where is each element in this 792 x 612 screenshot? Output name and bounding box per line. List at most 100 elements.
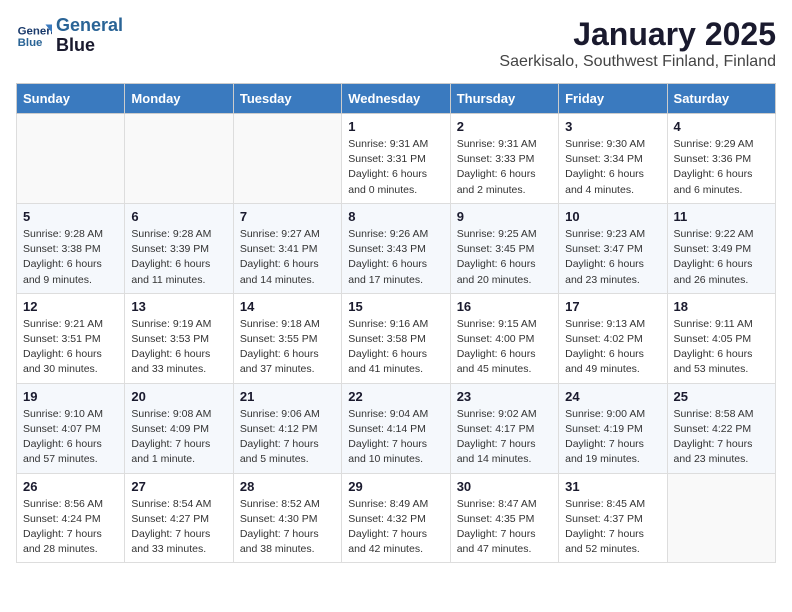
calendar-cell: 31 Sunrise: 8:45 AM Sunset: 4:37 PM Dayli… (559, 473, 667, 563)
calendar-cell: 3 Sunrise: 9:30 AM Sunset: 3:34 PM Daylig… (559, 114, 667, 204)
svg-text:Blue: Blue (18, 37, 43, 49)
weekday-header: Monday (125, 84, 233, 114)
day-number: 14 (240, 299, 335, 314)
calendar-cell: 16 Sunrise: 9:15 AM Sunset: 4:00 PM Dayli… (450, 293, 558, 383)
day-info: Sunrise: 9:29 AM Sunset: 3:36 PM Dayligh… (674, 137, 769, 198)
calendar-cell: 26 Sunrise: 8:56 AM Sunset: 4:24 PM Dayli… (17, 473, 125, 563)
calendar-cell: 25Sunrise: 8:58 AM Sunset: 4:22 PM Dayli… (667, 383, 775, 473)
calendar-week-row: 26 Sunrise: 8:56 AM Sunset: 4:24 PM Dayli… (17, 473, 776, 563)
day-info: Sunrise: 9:06 AM Sunset: 4:12 PM Dayligh… (240, 407, 335, 468)
logo: General Blue GeneralBlue (16, 16, 123, 56)
calendar-cell: 12 Sunrise: 9:21 AM Sunset: 3:51 PM Dayli… (17, 293, 125, 383)
day-number: 6 (131, 209, 226, 224)
day-info: Sunrise: 8:56 AM Sunset: 4:24 PM Dayligh… (23, 497, 118, 558)
day-number: 1 (348, 119, 443, 134)
day-info: Sunrise: 9:00 AM Sunset: 4:19 PM Dayligh… (565, 407, 660, 468)
day-info: Sunrise: 9:21 AM Sunset: 3:51 PM Dayligh… (23, 317, 118, 378)
page-header: General Blue GeneralBlue January 2025 Sa… (16, 16, 776, 71)
day-number: 23 (457, 389, 552, 404)
svg-text:General: General (18, 25, 52, 37)
calendar-cell: 5Sunrise: 9:28 AM Sunset: 3:38 PM Daylig… (17, 203, 125, 293)
weekday-header: Thursday (450, 84, 558, 114)
weekday-header: Friday (559, 84, 667, 114)
day-number: 31 (565, 479, 660, 494)
calendar-cell: 14 Sunrise: 9:18 AM Sunset: 3:55 PM Dayli… (233, 293, 341, 383)
day-number: 20 (131, 389, 226, 404)
day-number: 27 (131, 479, 226, 494)
calendar-week-row: 5Sunrise: 9:28 AM Sunset: 3:38 PM Daylig… (17, 203, 776, 293)
day-info: Sunrise: 9:30 AM Sunset: 3:34 PM Dayligh… (565, 137, 660, 198)
calendar-cell: 19 Sunrise: 9:10 AM Sunset: 4:07 PM Dayli… (17, 383, 125, 473)
day-info: Sunrise: 9:22 AM Sunset: 3:49 PM Dayligh… (674, 227, 769, 288)
day-info: Sunrise: 9:25 AM Sunset: 3:45 PM Dayligh… (457, 227, 552, 288)
day-number: 7 (240, 209, 335, 224)
calendar-cell: 30Sunrise: 8:47 AM Sunset: 4:35 PM Dayli… (450, 473, 558, 563)
day-number: 22 (348, 389, 443, 404)
day-number: 24 (565, 389, 660, 404)
day-info: Sunrise: 8:52 AM Sunset: 4:30 PM Dayligh… (240, 497, 335, 558)
day-number: 16 (457, 299, 552, 314)
day-info: Sunrise: 9:11 AM Sunset: 4:05 PM Dayligh… (674, 317, 769, 378)
day-info: Sunrise: 8:45 AM Sunset: 4:37 PM Dayligh… (565, 497, 660, 558)
day-info: Sunrise: 9:15 AM Sunset: 4:00 PM Dayligh… (457, 317, 552, 378)
calendar-cell: 20Sunrise: 9:08 AM Sunset: 4:09 PM Dayli… (125, 383, 233, 473)
day-info: Sunrise: 8:49 AM Sunset: 4:32 PM Dayligh… (348, 497, 443, 558)
calendar-table: SundayMondayTuesdayWednesdayThursdayFrid… (16, 83, 776, 563)
calendar-cell: 21 Sunrise: 9:06 AM Sunset: 4:12 PM Dayli… (233, 383, 341, 473)
calendar-cell: 13 Sunrise: 9:19 AM Sunset: 3:53 PM Dayli… (125, 293, 233, 383)
weekday-header: Wednesday (342, 84, 450, 114)
day-number: 18 (674, 299, 769, 314)
calendar-cell: 1 Sunrise: 9:31 AM Sunset: 3:31 PM Daylig… (342, 114, 450, 204)
day-info: Sunrise: 9:26 AM Sunset: 3:43 PM Dayligh… (348, 227, 443, 288)
calendar-cell: 10Sunrise: 9:23 AM Sunset: 3:47 PM Dayli… (559, 203, 667, 293)
calendar-week-row: 1 Sunrise: 9:31 AM Sunset: 3:31 PM Daylig… (17, 114, 776, 204)
calendar-cell: 18 Sunrise: 9:11 AM Sunset: 4:05 PM Dayli… (667, 293, 775, 383)
calendar-cell: 24 Sunrise: 9:00 AM Sunset: 4:19 PM Dayli… (559, 383, 667, 473)
calendar-cell: 9 Sunrise: 9:25 AM Sunset: 3:45 PM Daylig… (450, 203, 558, 293)
weekday-header: Tuesday (233, 84, 341, 114)
day-info: Sunrise: 9:31 AM Sunset: 3:31 PM Dayligh… (348, 137, 443, 198)
day-number: 21 (240, 389, 335, 404)
calendar-cell: 4Sunrise: 9:29 AM Sunset: 3:36 PM Daylig… (667, 114, 775, 204)
day-number: 25 (674, 389, 769, 404)
day-info: Sunrise: 9:31 AM Sunset: 3:33 PM Dayligh… (457, 137, 552, 198)
day-info: Sunrise: 9:10 AM Sunset: 4:07 PM Dayligh… (23, 407, 118, 468)
day-info: Sunrise: 8:47 AM Sunset: 4:35 PM Dayligh… (457, 497, 552, 558)
calendar-cell (233, 114, 341, 204)
day-number: 17 (565, 299, 660, 314)
day-number: 5 (23, 209, 118, 224)
weekday-header: Sunday (17, 84, 125, 114)
day-number: 26 (23, 479, 118, 494)
day-number: 2 (457, 119, 552, 134)
logo-text: GeneralBlue (56, 16, 123, 56)
logo-icon: General Blue (16, 18, 52, 54)
day-number: 15 (348, 299, 443, 314)
day-info: Sunrise: 9:04 AM Sunset: 4:14 PM Dayligh… (348, 407, 443, 468)
calendar-cell: 11Sunrise: 9:22 AM Sunset: 3:49 PM Dayli… (667, 203, 775, 293)
calendar-cell: 7Sunrise: 9:27 AM Sunset: 3:41 PM Daylig… (233, 203, 341, 293)
calendar-cell: 28Sunrise: 8:52 AM Sunset: 4:30 PM Dayli… (233, 473, 341, 563)
calendar-cell: 22 Sunrise: 9:04 AM Sunset: 4:14 PM Dayli… (342, 383, 450, 473)
calendar-header-row: SundayMondayTuesdayWednesdayThursdayFrid… (17, 84, 776, 114)
day-number: 12 (23, 299, 118, 314)
calendar-cell: 8 Sunrise: 9:26 AM Sunset: 3:43 PM Daylig… (342, 203, 450, 293)
day-number: 9 (457, 209, 552, 224)
day-number: 8 (348, 209, 443, 224)
day-number: 10 (565, 209, 660, 224)
calendar-cell (125, 114, 233, 204)
calendar-cell (667, 473, 775, 563)
day-info: Sunrise: 9:16 AM Sunset: 3:58 PM Dayligh… (348, 317, 443, 378)
title-block: January 2025 Saerkisalo, Southwest Finla… (499, 16, 776, 71)
calendar-cell: 2 Sunrise: 9:31 AM Sunset: 3:33 PM Daylig… (450, 114, 558, 204)
day-info: Sunrise: 9:02 AM Sunset: 4:17 PM Dayligh… (457, 407, 552, 468)
day-info: Sunrise: 8:54 AM Sunset: 4:27 PM Dayligh… (131, 497, 226, 558)
day-number: 13 (131, 299, 226, 314)
calendar-cell: 23 Sunrise: 9:02 AM Sunset: 4:17 PM Dayli… (450, 383, 558, 473)
day-number: 3 (565, 119, 660, 134)
day-number: 19 (23, 389, 118, 404)
day-info: Sunrise: 9:28 AM Sunset: 3:39 PM Dayligh… (131, 227, 226, 288)
calendar-cell: 29Sunrise: 8:49 AM Sunset: 4:32 PM Dayli… (342, 473, 450, 563)
day-info: Sunrise: 9:18 AM Sunset: 3:55 PM Dayligh… (240, 317, 335, 378)
calendar-title: January 2025 (499, 16, 776, 53)
day-info: Sunrise: 9:19 AM Sunset: 3:53 PM Dayligh… (131, 317, 226, 378)
